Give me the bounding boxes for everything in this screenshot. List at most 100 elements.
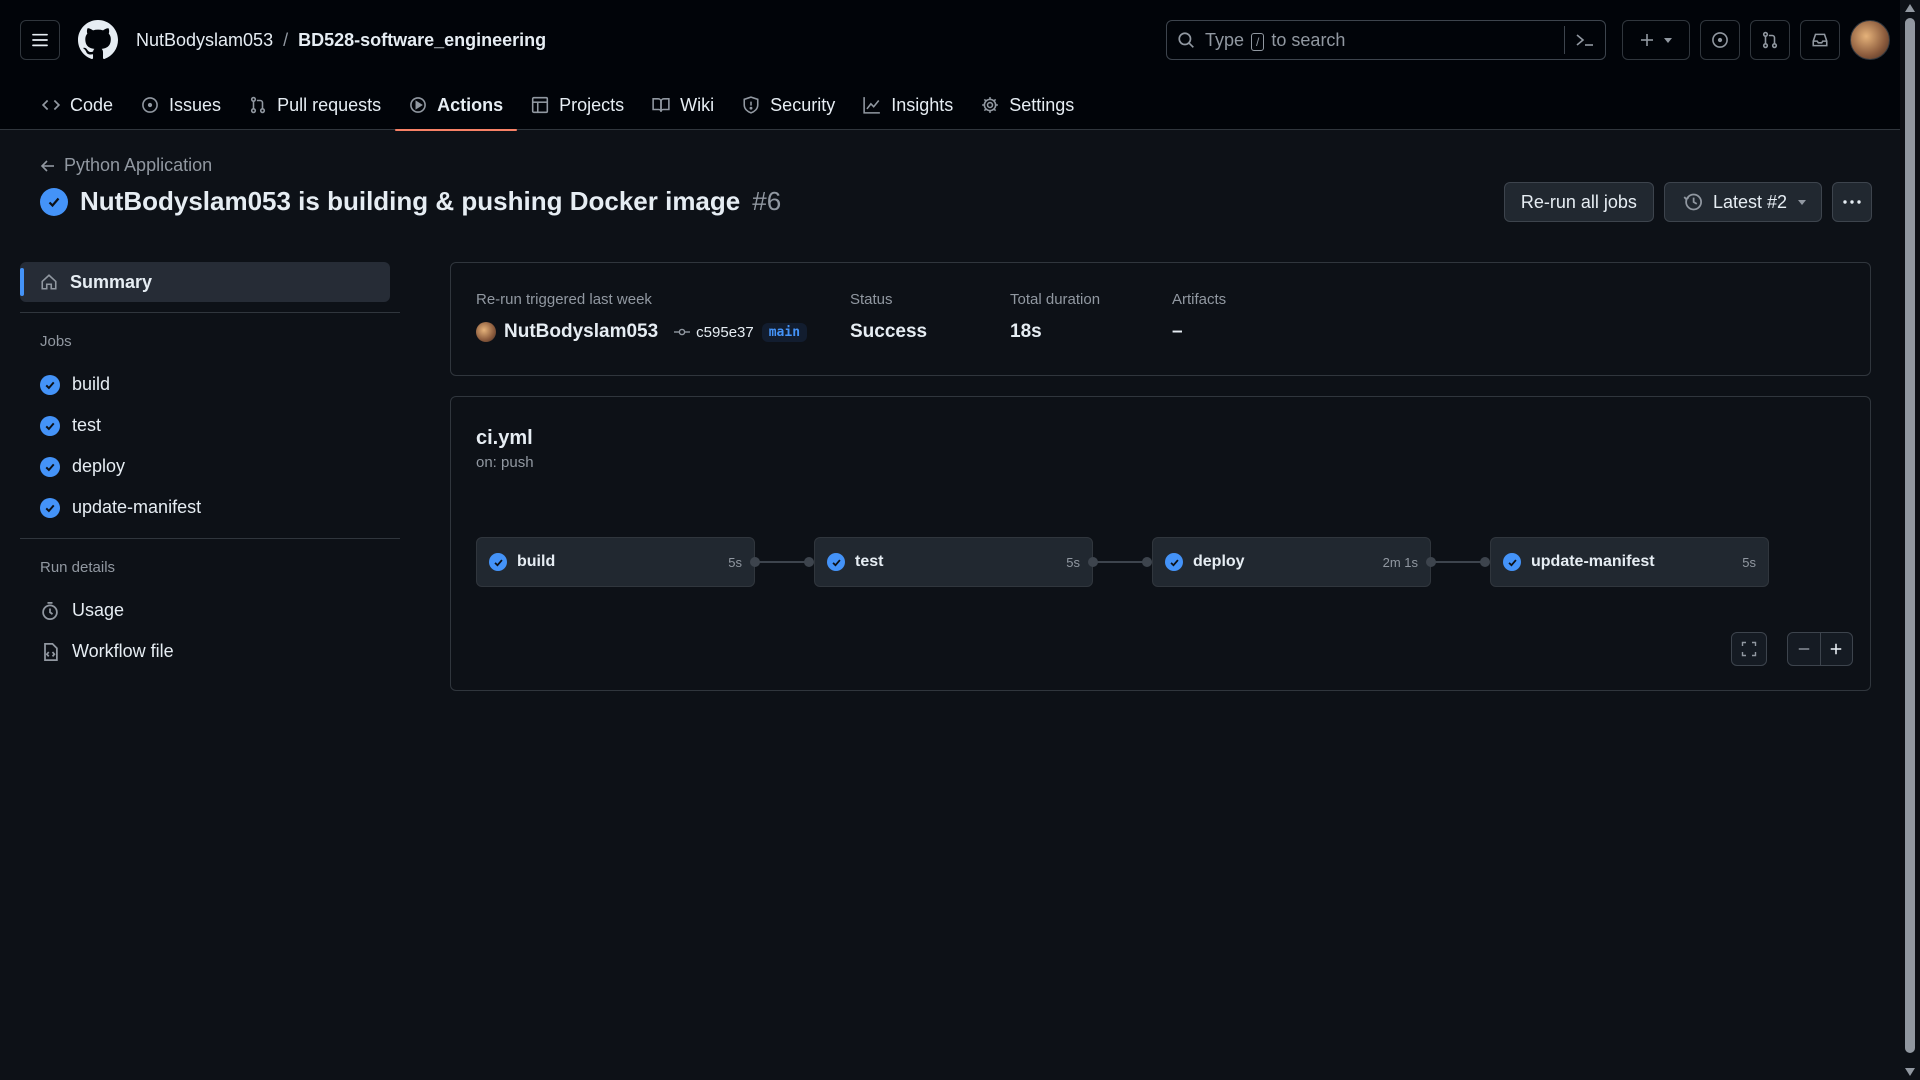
sidebar-item-summary[interactable]: Summary [20,262,390,302]
job-duration: 5s [728,554,742,570]
repo-name-link[interactable]: BD528-software_engineering [298,30,546,51]
tab-pull-requests[interactable]: Pull requests [235,80,395,130]
issues-button[interactable] [1700,20,1740,60]
tab-label: Insights [891,94,954,115]
workflow-run-page: Python Application NutBodyslam053 is bui… [0,131,1900,1080]
actor-avatar[interactable] [476,322,496,342]
menu-button[interactable] [20,20,60,60]
github-logo-icon[interactable] [78,20,118,60]
job-name: build [517,553,556,570]
code-icon [42,99,60,111]
tab-wiki[interactable]: Wiki [638,80,728,130]
job-duration: 5s [1066,554,1080,570]
zoom-controls [1787,632,1853,666]
pull-request-icon [250,96,266,114]
graph-edge [755,561,809,563]
status-value: Success [850,321,928,342]
search-placeholder: Type / to search [1205,29,1346,51]
tab-label: Projects [559,94,625,115]
jobs-heading: Jobs [40,333,72,350]
job-node-test[interactable]: test 5s [814,537,1093,587]
file-code-icon [44,642,58,661]
repo-owner-link[interactable]: NutBodyslam053 [136,30,273,51]
tab-issues[interactable]: Issues [127,80,235,130]
home-icon [41,274,57,290]
duration-value: 18s [1010,321,1042,342]
inbox-icon [1812,33,1828,47]
plus-icon [1641,34,1653,46]
tab-settings[interactable]: Settings [967,80,1088,130]
run-number: #6 [752,186,782,216]
global-header: NutBodyslam053 / BD528-software_engineer… [20,20,1890,60]
zoom-out-button[interactable] [1788,633,1820,665]
sidebar-item-label: update-manifest [72,497,202,517]
sidebar-job-deploy[interactable]: deploy [20,446,400,487]
rerun-all-jobs-button[interactable]: Re-run all jobs [1503,182,1654,222]
page-scrollbar[interactable] [1900,0,1920,1080]
sidebar-item-usage[interactable]: Usage [20,590,400,631]
tab-security[interactable]: Security [728,80,849,130]
job-name: update-manifest [1531,553,1655,570]
scroll-down-arrow[interactable] [1905,1068,1915,1076]
page-title: NutBodyslam053 is building & pushing Doc… [40,186,781,217]
branch-badge[interactable]: main [761,322,808,342]
attempt-select-button[interactable]: Latest #2 [1663,182,1822,222]
pull-requests-button[interactable] [1750,20,1790,60]
top-bar: NutBodyslam053 / BD528-software_engineer… [0,0,1920,131]
sidebar-item-label: Summary [70,271,153,292]
workflow-file-name: ci.yml [476,427,533,449]
tab-actions[interactable]: Actions [395,80,518,131]
tab-label: Wiki [680,94,715,115]
commit-link[interactable]: c595e37 [674,324,754,341]
success-check-icon [40,456,60,477]
success-check-icon [1503,553,1521,571]
job-node-deploy[interactable]: deploy 2m 1s [1152,537,1431,587]
success-check-icon [40,497,60,518]
sidebar-job-build[interactable]: build [20,364,400,405]
create-new-button[interactable] [1622,20,1690,60]
tab-label: Actions [437,94,504,115]
job-node-update-manifest[interactable]: update-manifest 5s [1490,537,1769,587]
inbox-button[interactable] [1800,20,1840,60]
tab-code[interactable]: Code [28,80,127,130]
shield-icon [743,96,759,114]
actor-link[interactable]: NutBodyslam053 [504,321,658,343]
workflow-name: Python Application [64,155,213,175]
job-node-build[interactable]: build 5s [476,537,755,587]
sidebar-job-update-manifest[interactable]: update-manifest [20,487,400,528]
tab-insights[interactable]: Insights [849,80,967,130]
attempt-label: Latest #2 [1712,191,1787,212]
scrollbar-thumb[interactable] [1905,18,1915,1053]
search-shortcut-key: / [1251,32,1265,51]
success-check-icon [40,374,60,395]
more-options-button[interactable] [1832,182,1872,222]
workflow-trigger: on: push [476,454,534,471]
triangle-down-icon [1664,38,1672,43]
graph-edge [1431,561,1485,563]
tab-projects[interactable]: Projects [517,80,638,130]
sidebar-item-workflow-file[interactable]: Workflow file [20,631,400,672]
command-palette-button[interactable] [1564,26,1595,54]
trigger-details: NutBodyslam053 c595e37 main [476,321,808,343]
graph-node-connector [1480,557,1490,567]
tab-label: Issues [169,94,222,115]
kebab-horizontal-icon [1843,200,1861,204]
fullscreen-button[interactable] [1731,632,1767,666]
success-check-icon [40,415,60,436]
back-to-workflow-link[interactable]: Python Application [40,155,212,176]
breadcrumb: NutBodyslam053 / BD528-software_engineer… [136,30,546,51]
triangle-down-icon [1798,200,1806,205]
search-input[interactable]: Type / to search [1166,20,1606,60]
sidebar-job-test[interactable]: test [20,405,400,446]
user-avatar[interactable] [1850,20,1890,60]
scroll-up-arrow[interactable] [1905,4,1915,12]
job-duration: 2m 1s [1382,554,1418,570]
trigger-label: Re-run triggered last week [476,291,652,308]
search-icon [1178,32,1194,48]
artifacts-label: Artifacts [1172,291,1227,308]
rerun-label: Re-run all jobs [1520,191,1637,212]
zoom-in-button[interactable] [1819,633,1853,665]
divider [20,538,400,539]
run-details-heading: Run details [40,559,116,576]
issue-icon [142,97,158,113]
